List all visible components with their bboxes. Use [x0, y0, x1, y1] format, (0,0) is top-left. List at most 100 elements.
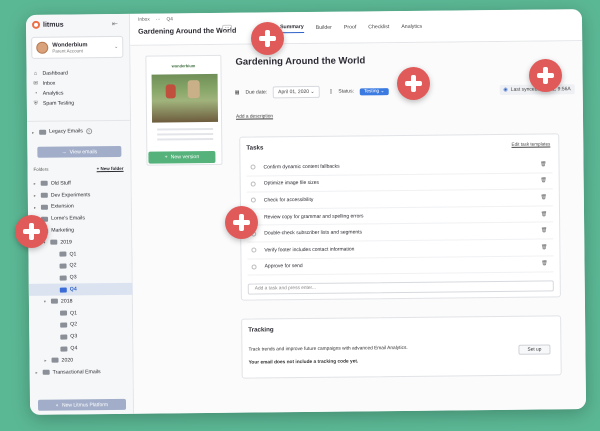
add-task-input[interactable]: Add a task and press enter...: [247, 280, 554, 295]
edit-task-templates-link[interactable]: Edit task templates: [511, 141, 550, 146]
folder-tree-item[interactable]: ▸ Transactional Emails: [30, 366, 134, 379]
garden-photo: [151, 73, 219, 123]
new-folder-link[interactable]: + New folder: [97, 166, 124, 171]
folders-title: Folders: [33, 166, 49, 172]
help-icon[interactable]: ?: [85, 128, 92, 135]
breadcrumb-item[interactable]: Q4: [167, 17, 173, 22]
caret-icon[interactable]: ▸: [34, 193, 38, 198]
folder-icon: [50, 298, 58, 305]
top-bar: Inbox ··· Q4 Gardening Around the World …: [129, 9, 583, 46]
email-title[interactable]: Gardening Around the World: [235, 55, 365, 67]
trash-icon[interactable]: 🗑: [541, 244, 547, 250]
folder-icon: [59, 251, 67, 257]
nav-label: Spam Testing: [42, 100, 75, 107]
trash-icon[interactable]: 🗑: [541, 211, 547, 217]
new-version-button[interactable]: + New version: [148, 150, 216, 164]
account-switcher[interactable]: Wonderbium Parent Account ⌄: [31, 35, 124, 59]
task-label: Optimize image file sizes: [263, 180, 320, 187]
trash-icon[interactable]: 🗑: [540, 178, 546, 184]
trash-icon[interactable]: 🗑: [540, 194, 546, 200]
folder-label: Q2: [69, 262, 77, 269]
folder-tree-item[interactable]: Q2: [28, 259, 132, 272]
trash-icon[interactable]: 🗑: [541, 261, 547, 267]
task-list: Confirm dynamic content fallbacks 🗑 Optimi…: [246, 156, 554, 276]
nav-label: Inbox: [42, 80, 56, 87]
folder-icon: [59, 287, 67, 293]
task-label: Review copy for grammar and spelling err…: [264, 212, 364, 221]
email-thumbnail[interactable]: wonderbium: [145, 54, 223, 166]
task-checkbox[interactable]: [251, 247, 257, 253]
task-label: Double-check subscriber lists and segmen…: [264, 229, 363, 237]
task-checkbox[interactable]: [251, 264, 257, 270]
new-version-label: New version: [170, 154, 200, 161]
due-date-picker[interactable]: April 01, 2020 ⌄: [273, 85, 320, 99]
clipboard-icon: ▯: [329, 88, 333, 95]
status-badge[interactable]: Testing ⌄: [359, 87, 389, 95]
folder-label: Q1: [69, 251, 77, 258]
breadcrumb-item[interactable]: ···: [156, 18, 161, 23]
brand[interactable]: litmus: [31, 20, 64, 29]
folder-label: Q4: [69, 286, 77, 293]
plus-marker-icon[interactable]: [15, 215, 48, 248]
legacy-emails[interactable]: ▸ Legacy Emails ?: [32, 128, 92, 135]
view-emails-label: View emails: [69, 148, 98, 155]
folder-tree-item[interactable]: Q1: [28, 248, 132, 261]
task-checkbox[interactable]: [250, 164, 256, 170]
plus-marker-icon[interactable]: [397, 67, 430, 100]
folder-label: Q3: [69, 274, 77, 281]
folder-tree-item[interactable]: Q3: [29, 271, 133, 284]
folder-label: 2018: [60, 298, 73, 305]
tab-checklist[interactable]: Checklist: [368, 24, 389, 30]
tab-proof[interactable]: Proof: [344, 24, 356, 30]
tasks-title: Tasks: [246, 144, 264, 152]
folder-tree-item[interactable]: ▸ Dev Experiments: [28, 189, 132, 202]
folder-icon: [40, 181, 48, 187]
breadcrumb-item[interactable]: Inbox: [138, 18, 150, 23]
nav-item-spam-testing[interactable]: ⛨ Spam Testing: [33, 98, 125, 109]
task-item[interactable]: Approve for send 🗑: [247, 255, 554, 276]
caret-icon[interactable]: ▸: [34, 181, 38, 186]
tracking-card: Tracking Track trends and improve future…: [241, 315, 562, 379]
folder-label: Transactional Emails: [52, 368, 101, 376]
collapse-sidebar-icon[interactable]: ⇤: [112, 20, 118, 28]
folder-label: Lorne's Emails: [51, 215, 85, 222]
folder-tree-item[interactable]: ▸ Extension: [28, 200, 132, 213]
set-up-button[interactable]: Set up: [518, 344, 551, 355]
tab-builder[interactable]: Builder: [316, 25, 332, 31]
folder-icon: [42, 369, 50, 375]
caret-icon[interactable]: ▸: [45, 358, 49, 363]
trash-icon[interactable]: 🗑: [540, 161, 546, 167]
folder-icon: [59, 263, 67, 269]
plus-marker-icon[interactable]: [529, 59, 562, 92]
task-label: Approve for send: [264, 263, 303, 270]
folder-icon: [59, 275, 67, 281]
folder-tree-item[interactable]: Q1: [29, 307, 133, 320]
tab-summary[interactable]: Summary: [280, 23, 304, 33]
task-checkbox[interactable]: [250, 198, 256, 204]
more-options-button[interactable]: ···: [222, 24, 233, 33]
caret-icon[interactable]: ▸: [36, 370, 40, 375]
litmus-logo-icon: [31, 20, 41, 29]
account-name: Wonderbium: [52, 41, 88, 49]
analytics-icon: ◔: [34, 90, 38, 97]
folder-tree-item[interactable]: Q4: [28, 282, 133, 296]
folder-tree-item[interactable]: Q2: [29, 318, 133, 331]
tab-analytics[interactable]: Analytics: [401, 24, 422, 30]
view-emails-button[interactable]: → View emails: [37, 145, 122, 158]
new-folder-label: New folder: [100, 165, 124, 172]
folder-label: 2019: [60, 239, 72, 246]
folder-tree-item[interactable]: ▾ 2018: [29, 295, 133, 308]
folder-label: Q2: [70, 321, 78, 328]
plus-marker-icon[interactable]: [225, 206, 258, 239]
caret-right-icon: ▸: [32, 129, 35, 135]
new-platform-button[interactable]: ◐ New Litmus Platform: [37, 398, 127, 411]
caret-icon[interactable]: ▾: [44, 299, 48, 304]
trash-icon[interactable]: 🗑: [541, 228, 547, 234]
add-description-link[interactable]: Add a description: [236, 114, 273, 119]
folder-tree-item[interactable]: ▸ Old Stuff: [28, 177, 132, 190]
folder-label: Dev Experiments: [50, 191, 91, 199]
task-checkbox[interactable]: [250, 181, 256, 187]
plus-marker-icon[interactable]: [251, 22, 284, 55]
task-label: Check for accessibility: [263, 196, 314, 204]
caret-icon[interactable]: ▸: [34, 205, 38, 210]
